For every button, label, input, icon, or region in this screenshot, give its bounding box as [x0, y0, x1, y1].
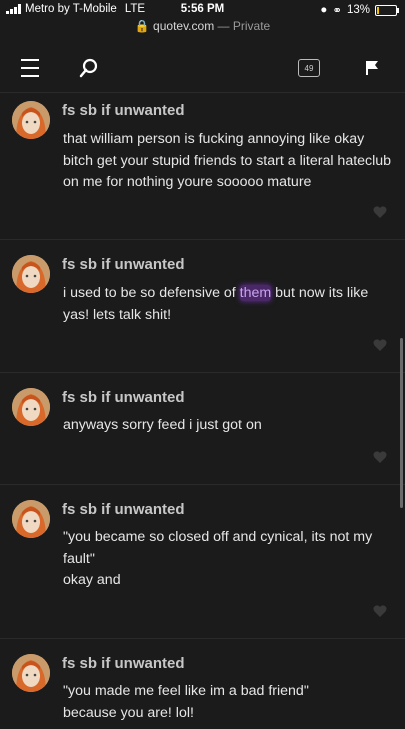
status-bar: Metro by T-Mobile LTE 5:56 PM ● ⚭ 13%: [0, 0, 405, 20]
heart-icon[interactable]: [373, 604, 387, 618]
post-text: i used to be so defensive of them but no…: [63, 283, 398, 326]
battery-icon: [375, 4, 399, 16]
heart-icon[interactable]: [373, 450, 387, 464]
post: fs sb if unwanted anyways sorry feed i j…: [0, 373, 405, 485]
battery-percent: 13%: [346, 4, 370, 16]
post-author[interactable]: fs sb if unwanted: [62, 655, 185, 672]
url-bar[interactable]: 🔒 quotev.com — Private: [0, 19, 405, 33]
post-author[interactable]: fs sb if unwanted: [62, 501, 185, 518]
flag-button[interactable]: [357, 54, 387, 82]
search-icon: [79, 58, 98, 78]
notification-count: 49: [298, 59, 320, 77]
post-text: that william person is fucking annoying …: [63, 131, 396, 190]
nav-bar: 49: [0, 44, 405, 93]
notifications-button[interactable]: 49: [294, 54, 324, 82]
post-text: "you made me feel like im a bad friend" …: [63, 683, 309, 721]
headphones-icon: ⚭: [332, 5, 342, 17]
post: fs sb if unwanted "you became so closed …: [0, 485, 405, 639]
avatar[interactable]: [12, 388, 50, 426]
post-author[interactable]: fs sb if unwanted: [62, 102, 185, 119]
avatar[interactable]: [12, 255, 50, 293]
scrollbar[interactable]: [400, 338, 403, 508]
post-text: "you became so closed off and cynical, i…: [63, 529, 373, 588]
post: fs sb if unwanted i used to be so defens…: [0, 240, 405, 373]
feed: fs sb if unwanted that william person is…: [0, 93, 405, 729]
avatar[interactable]: [12, 500, 50, 538]
post-author[interactable]: fs sb if unwanted: [62, 256, 185, 273]
lock-rotation-icon: ●: [320, 4, 328, 16]
post: fs sb if unwanted "you made me feel like…: [0, 639, 405, 729]
highlighted-word[interactable]: them: [239, 285, 272, 301]
avatar[interactable]: [12, 654, 50, 692]
lock-icon: 🔒: [134, 19, 150, 33]
post-author[interactable]: fs sb if unwanted: [62, 389, 185, 406]
heart-icon[interactable]: [373, 338, 387, 352]
post-text: anyways sorry feed i just got on: [63, 417, 262, 433]
url-host: quotev.com: [153, 19, 215, 33]
post: fs sb if unwanted that william person is…: [0, 93, 405, 240]
flag-icon: [366, 61, 378, 75]
private-label: — Private: [217, 19, 271, 33]
post-text-part: i used to be so defensive of: [63, 285, 240, 301]
heart-icon[interactable]: [373, 205, 387, 219]
search-button[interactable]: [74, 54, 104, 82]
menu-button[interactable]: [15, 54, 45, 82]
avatar[interactable]: [12, 101, 50, 139]
